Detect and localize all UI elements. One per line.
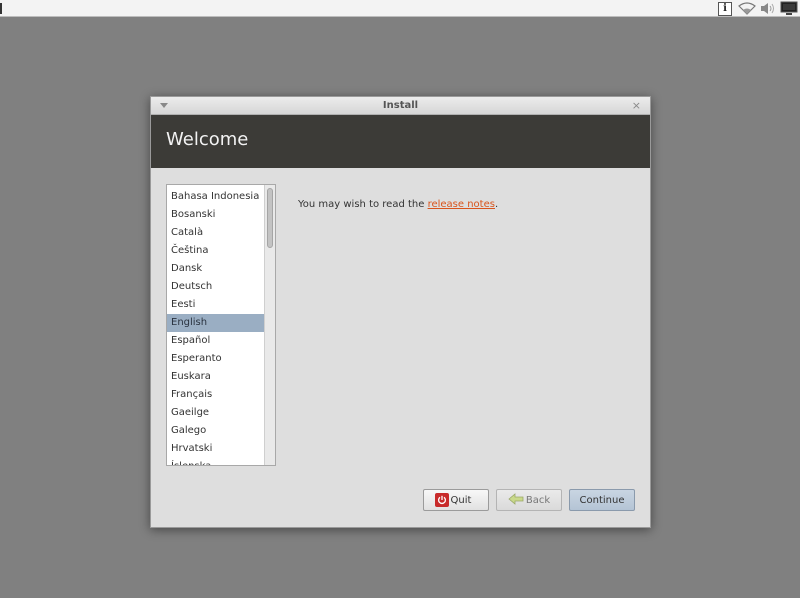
continue-button[interactable]: Continue bbox=[569, 489, 635, 511]
language-item[interactable]: Deutsch bbox=[167, 278, 264, 296]
language-item[interactable]: Español bbox=[167, 332, 264, 350]
window-title: Install bbox=[382, 100, 419, 111]
language-item[interactable]: Galego bbox=[167, 422, 264, 440]
back-button[interactable]: Back bbox=[496, 489, 562, 511]
quit-label: Quit bbox=[450, 494, 472, 506]
window-titlebar[interactable]: Install × bbox=[151, 97, 650, 115]
panel-edge bbox=[0, 3, 2, 14]
release-notes-text: You may wish to read the release notes. bbox=[298, 199, 498, 210]
release-prefix: You may wish to read the bbox=[298, 199, 428, 210]
continue-label: Continue bbox=[579, 494, 625, 506]
system-tray: i bbox=[718, 0, 798, 17]
quit-button[interactable]: Quit bbox=[423, 489, 489, 511]
back-arrow-icon bbox=[508, 492, 524, 508]
volume-icon[interactable] bbox=[760, 2, 776, 15]
info-icon[interactable]: i bbox=[718, 1, 732, 16]
language-item[interactable]: Euskara bbox=[167, 368, 264, 386]
language-item[interactable]: Bosanski bbox=[167, 206, 264, 224]
language-item[interactable]: English bbox=[167, 314, 264, 332]
release-notes-link[interactable]: release notes bbox=[428, 199, 495, 210]
language-item[interactable]: Gaeilge bbox=[167, 404, 264, 422]
language-item[interactable]: Čeština bbox=[167, 242, 264, 260]
monitor-icon[interactable] bbox=[780, 1, 798, 16]
language-item[interactable]: Bahasa Indonesia bbox=[167, 188, 264, 206]
power-icon bbox=[434, 493, 449, 507]
language-list[interactable]: Bahasa Indonesia Bosanski Català Čeština Dan… bbox=[166, 184, 276, 466]
top-panel: i bbox=[0, 0, 800, 17]
button-row: Quit Back Continue bbox=[423, 489, 635, 511]
page-title: Welcome bbox=[166, 129, 249, 150]
language-items: Bahasa Indonesia Bosanski Català Čeština Dan… bbox=[167, 188, 264, 465]
header-band: Welcome bbox=[151, 115, 650, 168]
release-suffix: . bbox=[494, 199, 499, 210]
language-item[interactable]: Français bbox=[167, 386, 264, 404]
install-window: Install × Welcome Bahasa Indonesia Bosans… bbox=[150, 96, 651, 528]
language-item[interactable]: Dansk bbox=[167, 260, 264, 278]
language-item[interactable]: Eesti bbox=[167, 296, 264, 314]
scrollbar-thumb[interactable] bbox=[267, 188, 273, 248]
wifi-icon[interactable] bbox=[738, 2, 756, 15]
language-item[interactable]: Hrvatski bbox=[167, 440, 264, 458]
back-label: Back bbox=[525, 494, 551, 506]
content-area: Bahasa Indonesia Bosanski Català Čeština Dan… bbox=[151, 168, 650, 527]
language-scrollbar[interactable] bbox=[264, 185, 275, 465]
language-item[interactable]: Esperanto bbox=[167, 350, 264, 368]
language-item[interactable]: Català bbox=[167, 224, 264, 242]
language-item[interactable]: Íslenska bbox=[167, 458, 264, 465]
close-icon[interactable]: × bbox=[632, 99, 641, 112]
